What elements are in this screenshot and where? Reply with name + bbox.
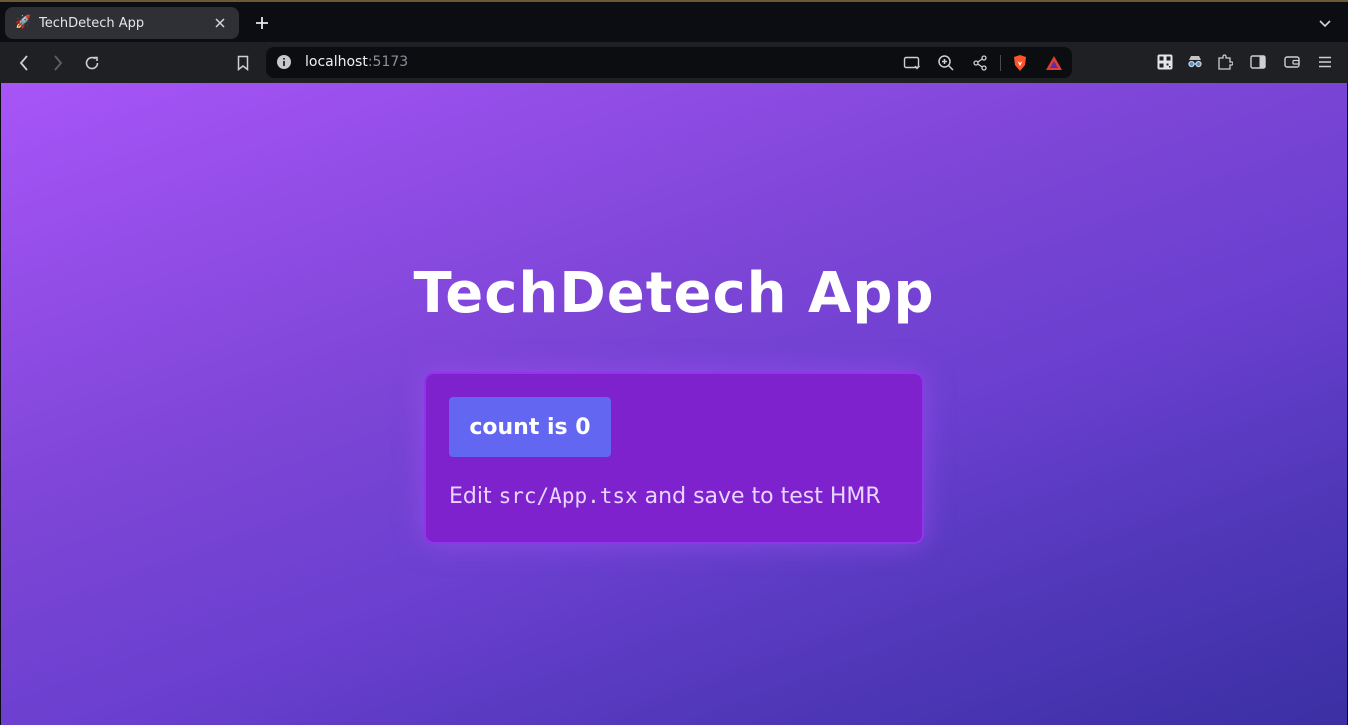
hint-prefix: Edit — [449, 484, 499, 509]
zoom-icon[interactable] — [937, 54, 955, 72]
tab-search-chevron-icon[interactable] — [1313, 12, 1337, 36]
back-button[interactable] — [11, 50, 37, 76]
brave-shields-icon[interactable] — [1011, 54, 1029, 72]
menu-hamburger-icon[interactable] — [1315, 52, 1335, 72]
tab-title: TechDetech App — [39, 15, 145, 31]
forward-button[interactable] — [45, 50, 71, 76]
browser-toolbar: localhost:5173 — [0, 42, 1348, 83]
count-button[interactable]: count is 0 — [449, 397, 611, 457]
toolbar-divider — [1000, 55, 1001, 71]
share-icon[interactable] — [971, 54, 989, 72]
address-bar[interactable]: localhost:5173 — [266, 47, 1072, 78]
url-host: localhost — [305, 54, 368, 70]
hint-code-path: src/App.tsx — [498, 484, 638, 508]
reload-button[interactable] — [79, 50, 105, 76]
cast-icon[interactable] — [903, 54, 921, 72]
url-port: :5173 — [367, 54, 409, 70]
spy-extension-icon[interactable] — [1185, 52, 1205, 72]
wallet-icon[interactable] — [1282, 52, 1302, 72]
brave-rewards-icon[interactable] — [1045, 54, 1063, 72]
hint-suffix: and save to test HMR — [637, 484, 881, 509]
browser-tab[interactable]: 🚀 TechDetech App — [5, 7, 239, 39]
hmr-hint: Edit src/App.tsx and save to test HMR — [449, 484, 881, 509]
page-viewport: TechDetech App count is 0 Edit src/App.t… — [1, 83, 1347, 725]
counter-card: count is 0 Edit src/App.tsx and save to … — [424, 372, 924, 544]
url-text: localhost:5173 — [305, 54, 408, 70]
qr-code-extension-icon[interactable] — [1155, 52, 1175, 72]
site-info-icon[interactable] — [276, 54, 292, 70]
app-title: TechDetech App — [413, 261, 935, 326]
rocket-icon: 🚀 — [15, 15, 32, 30]
bookmark-icon[interactable] — [230, 50, 256, 76]
new-tab-button[interactable] — [250, 11, 274, 35]
close-tab-icon[interactable] — [211, 14, 229, 32]
tab-strip: 🚀 TechDetech App — [0, 0, 1348, 42]
extensions-puzzle-icon[interactable] — [1215, 52, 1235, 72]
sidebar-toggle-icon[interactable] — [1248, 52, 1268, 72]
